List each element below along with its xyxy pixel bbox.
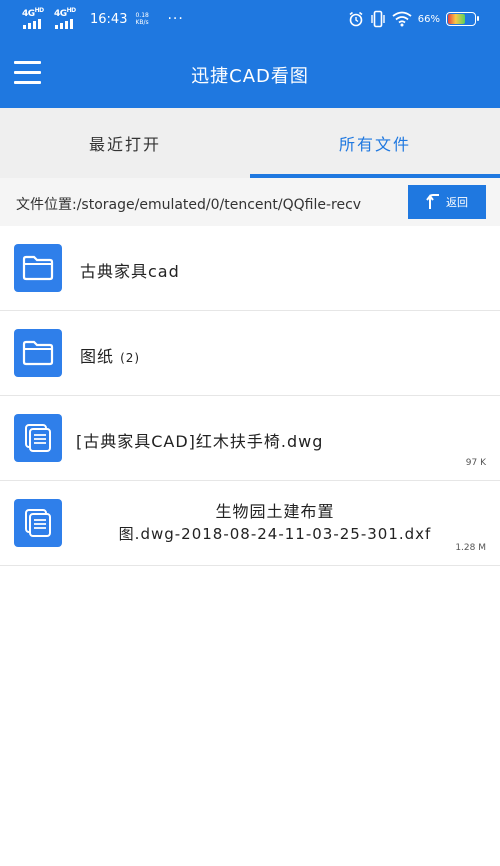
tab-recent[interactable]: 最近打开 [0, 108, 250, 178]
status-left: 4GHD 4GHD 16:43 0.18 KB/s ··· [22, 7, 184, 29]
file-name: 图纸 (2) [80, 343, 140, 367]
file-name-line-2: 图.dwg-2018-08-24-11-03-25-301.dxf [118, 525, 432, 543]
alarm-icon [349, 11, 363, 27]
folder-icon [14, 329, 62, 377]
network-speed-value: 0.18 [135, 12, 149, 19]
app-title: 迅捷CAD看图 [191, 66, 309, 87]
file-size: 1.28 M [455, 543, 486, 553]
folder-icon [14, 244, 62, 292]
file-size: 97 K [465, 458, 486, 468]
folder-name: 图纸 [80, 347, 115, 366]
back-button-label: 返回 [446, 196, 468, 209]
back-arrow-icon [426, 194, 439, 209]
file-path: 文件位置:/storage/emulated/0/tencent/QQfile-… [16, 197, 362, 213]
status-time: 16:43 [90, 11, 128, 27]
document-icon [14, 499, 62, 547]
network-sup-2: HD [66, 7, 77, 14]
more-notifications-icon: ··· [167, 11, 184, 27]
back-button[interactable]: 返回 [408, 185, 486, 219]
network-type-2: 4G [54, 9, 67, 19]
status-bar: 4GHD 4GHD 16:43 0.18 KB/s ··· 66% [0, 0, 500, 38]
battery-level [448, 14, 466, 24]
file-list: 古典家具cad 图纸 (2) [古典家具CAD]红木扶手椅.dwg 97 K 生… [0, 226, 500, 566]
list-item[interactable]: [古典家具CAD]红木扶手椅.dwg 97 K [0, 396, 500, 481]
app-bar: 迅捷CAD看图 [0, 38, 500, 108]
list-item[interactable]: 古典家具cad [0, 226, 500, 311]
status-right: 66% [348, 9, 479, 29]
vibrate-icon [371, 10, 385, 28]
list-item[interactable]: 生物园土建布置 图.dwg-2018-08-24-11-03-25-301.dx… [0, 481, 500, 566]
network-speed: 0.18 KB/s [135, 12, 151, 26]
signal-icon: 4GHD [54, 7, 80, 29]
path-bar: 文件位置:/storage/emulated/0/tencent/QQfile-… [0, 178, 500, 226]
network-type-1: 4G [22, 9, 35, 19]
tab-bar: 最近打开 所有文件 [0, 108, 500, 178]
signal-icon: 4GHD [22, 7, 48, 29]
document-icon [14, 414, 62, 462]
file-name: [古典家具CAD]红木扶手椅.dwg [76, 432, 324, 451]
file-name-line-1: 生物园土建布置 [215, 502, 335, 521]
network-speed-unit: KB/s [135, 19, 149, 26]
network-sup-1: HD [34, 7, 45, 14]
wifi-icon [392, 11, 412, 27]
battery-icon [446, 12, 479, 26]
battery-percent: 66% [417, 13, 440, 25]
folder-count: (2) [120, 351, 141, 365]
tab-all-files[interactable]: 所有文件 [250, 108, 500, 178]
list-item[interactable]: 图纸 (2) [0, 311, 500, 396]
file-name: 古典家具cad [80, 262, 180, 281]
file-name: 生物园土建布置 图.dwg-2018-08-24-11-03-25-301.dx… [80, 501, 470, 545]
